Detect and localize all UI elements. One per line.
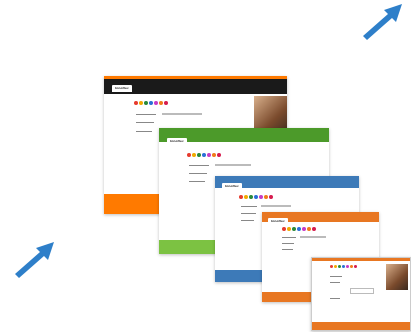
window-header (312, 258, 410, 261)
field-label (189, 181, 205, 182)
arrow-bottom-left-icon (15, 242, 54, 278)
field-label (241, 206, 257, 207)
language-icons (134, 101, 168, 105)
input-field[interactable] (261, 205, 291, 207)
field-label (282, 249, 293, 250)
field-label (136, 122, 154, 123)
field-label (330, 282, 340, 283)
input-field[interactable] (300, 236, 326, 238)
field-label (330, 298, 340, 299)
language-icons (330, 265, 357, 268)
field-label (330, 276, 342, 277)
app-window-5 (311, 257, 411, 331)
tab-innoltec[interactable]: Innoltec (112, 85, 132, 92)
tab-innoltec[interactable]: Innoltec (167, 138, 187, 145)
field-label (189, 165, 209, 166)
field-label (282, 237, 296, 238)
field-label (189, 173, 207, 174)
field-label (241, 220, 254, 221)
language-icons (239, 195, 273, 199)
photo-image (386, 264, 408, 290)
field-label (282, 243, 294, 244)
field-label (241, 213, 256, 214)
window-footer (312, 322, 410, 330)
input-field[interactable] (162, 113, 202, 115)
language-icons (282, 227, 316, 231)
language-icons (187, 153, 221, 157)
tab-innoltec[interactable]: Innoltec (222, 183, 242, 190)
tab-innoltec[interactable]: Innoltec (268, 218, 288, 225)
arrow-top-right-icon (363, 4, 402, 40)
input-field[interactable] (215, 164, 251, 166)
field-label (136, 131, 152, 132)
field-label (136, 114, 156, 115)
input-field[interactable] (350, 288, 374, 294)
